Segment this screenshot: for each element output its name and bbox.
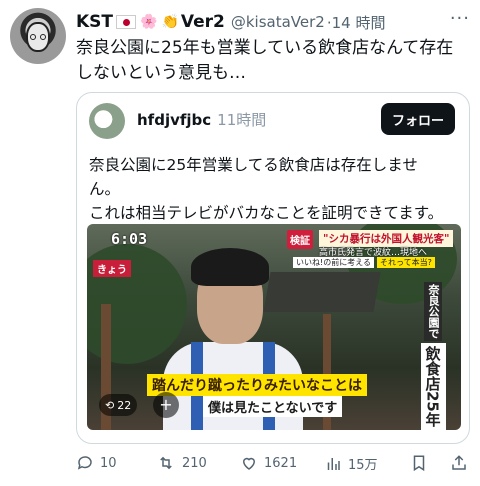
more-icon[interactable]: ··· — [450, 8, 470, 29]
post-header: KST 🌸 👏 Ver2 @kisataVer2 ·14 時間 — [76, 10, 470, 34]
vertical-caption-big: 飲食店25年 — [420, 343, 446, 430]
plus-icon[interactable]: + — [153, 392, 179, 418]
repost-icon: ⟲ — [105, 398, 115, 412]
subtitle-line2: 僕は見たことないです — [203, 396, 343, 417]
quoted-time: 11時間 — [217, 111, 267, 129]
post-time[interactable]: ·14 時間 — [327, 12, 386, 33]
today-badge: きょう — [93, 260, 131, 277]
views-count: 15万 — [348, 458, 378, 473]
share-button[interactable] — [450, 454, 468, 472]
post-text: 奈良公園に25年も営業している飲食店なんて存在しないという意見も… — [76, 38, 454, 83]
like-button[interactable]: 1621 — [240, 454, 297, 472]
japan-flag-icon — [116, 15, 137, 29]
subtitle-line1: 踏んだり蹴ったりみたいなことは — [147, 374, 367, 396]
quoted-post[interactable]: hfdjvfjbc 11時間 フォロー 奈良公園に25年営業してる飲食店は存在しま… — [76, 92, 470, 444]
video-repost-count: 22 — [117, 398, 132, 412]
repost-icon — [160, 456, 172, 470]
display-name[interactable]: KST — [76, 12, 113, 32]
reply-button[interactable]: 10 — [76, 454, 117, 472]
views-button[interactable]: 15万 — [324, 454, 378, 473]
video-person-hair — [191, 248, 269, 286]
avatar-face — [26, 22, 50, 52]
quoted-user[interactable]: hfdjvfjbc 11時間 — [137, 109, 266, 130]
video-timestamp: 6:03 — [111, 230, 148, 248]
quoted-text-line: 奈良公園に25年営業してる飲食店は存在しませ — [89, 156, 418, 174]
reply-count: 10 — [100, 455, 117, 471]
display-name-suffix[interactable]: Ver2 — [181, 12, 225, 32]
avatar-eye-right — [40, 34, 46, 40]
video-repost-chip[interactable]: ⟲ 22 — [99, 394, 138, 416]
news-question: いいね!の前に考える — [293, 257, 374, 268]
quoted-text: 奈良公園に25年営業してる飲食店は存在しませ ん。 これは相当テレビがバカなこと… — [89, 153, 455, 225]
heart-icon — [242, 457, 256, 470]
bookmark-icon — [413, 455, 425, 472]
quoted-username: hfdjvfjbc — [137, 111, 212, 129]
quoted-avatar[interactable] — [89, 103, 125, 139]
video-bg-roof — [263, 272, 381, 312]
vertical-caption-small: 奈良公園で — [424, 282, 442, 341]
post-avatar[interactable] — [10, 8, 66, 64]
post-time-text: 14 時間 — [331, 13, 386, 32]
views-icon — [327, 457, 340, 470]
clapping-hands-icon: 👏 — [161, 14, 179, 30]
user-handle[interactable]: @kisataVer2 — [231, 13, 325, 31]
like-count: 1621 — [264, 455, 298, 471]
repost-button[interactable]: 210 — [156, 454, 207, 472]
news-tag: 検証 — [287, 230, 313, 249]
repost-count: 210 — [182, 455, 207, 471]
reply-icon — [77, 456, 92, 470]
cherry-blossom-icon: 🌸 — [140, 14, 158, 30]
vertical-caption: 奈良公園で 飲食店25年 — [415, 282, 451, 430]
action-bar: 10 210 1621 15万 — [76, 454, 470, 476]
news-caption: 検証 "シカ暴行は外国人観光客" 高市氏発言で波紋…現地へ いいね!の前に考える… — [287, 230, 454, 268]
bookmark-button[interactable] — [410, 454, 428, 472]
news-question-highlight: それって本当? — [377, 257, 435, 268]
quoted-text-line: これは相当テレビがバカなことを証明できてます。 — [89, 204, 444, 222]
quoted-text-line: ん。 — [89, 180, 121, 198]
video-player[interactable]: 6:03 きょう 検証 "シカ暴行は外国人観光客" 高市氏発言で波紋…現地へ い… — [87, 224, 461, 430]
avatar-eye-left — [30, 34, 36, 40]
share-icon — [452, 455, 466, 470]
follow-button[interactable]: フォロー — [381, 103, 455, 135]
